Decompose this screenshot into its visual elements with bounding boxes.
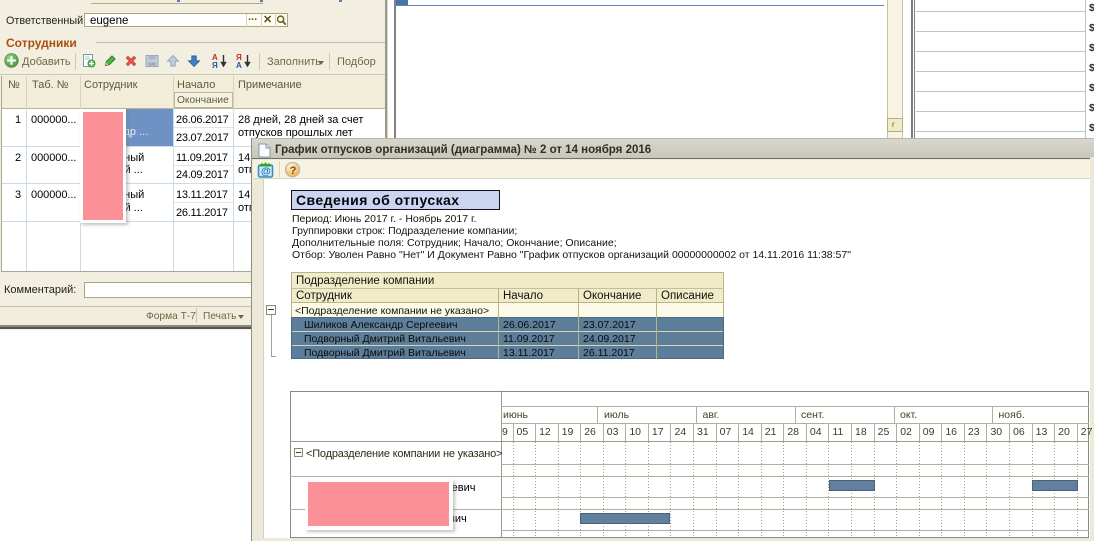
svg-text:Я: Я (212, 61, 218, 69)
svg-text:А: А (236, 61, 242, 69)
svg-text:?: ? (289, 165, 296, 177)
svg-text:@: @ (261, 167, 271, 178)
svg-text:MAX: MAX (148, 62, 156, 66)
